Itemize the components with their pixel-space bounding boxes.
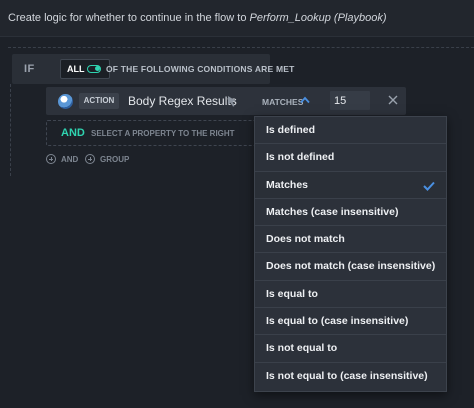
value-input[interactable]	[330, 91, 370, 110]
cursor-icon[interactable]	[226, 95, 238, 107]
condition-row: ACTION Body Regex Results MATCHES	[46, 87, 406, 115]
dropdown-option-selected[interactable]: Matches	[255, 171, 446, 199]
dropdown-option[interactable]: Is equal to (case insensitive)	[255, 308, 446, 336]
operator-select[interactable]: MATCHES	[262, 97, 303, 107]
toggle-switch-icon[interactable]	[87, 65, 101, 73]
property-name[interactable]: Body Regex Results	[128, 94, 237, 108]
dropdown-option[interactable]: Matches (case insensitive)	[255, 199, 446, 227]
select-property-hint: SELECT A PROPERTY TO THE RIGHT	[91, 129, 235, 138]
dropdown-option[interactable]: Does not match (case insensitive)	[255, 253, 446, 281]
header-target: Perform_Lookup (Playbook)	[249, 12, 387, 24]
action-tag: ACTION	[79, 93, 119, 109]
add-and-link[interactable]: AND	[61, 155, 78, 164]
operator-dropdown: Is defined Is not defined Matches Matche…	[254, 116, 447, 392]
check-icon	[423, 181, 435, 191]
globe-icon	[58, 94, 73, 109]
dropdown-option[interactable]: Does not match	[255, 226, 446, 254]
divider	[8, 47, 474, 48]
dropdown-option[interactable]: Is equal to	[255, 281, 446, 309]
chevron-up-icon[interactable]	[300, 96, 310, 104]
and-button[interactable]: AND	[61, 127, 85, 139]
close-icon[interactable]	[388, 95, 398, 105]
if-label: IF	[24, 63, 35, 75]
dropdown-option[interactable]: Is not equal to	[255, 335, 446, 363]
dropdown-option[interactable]: Is not defined	[255, 144, 446, 172]
flow-logic-header: Create logic for whether to continue in …	[0, 0, 474, 37]
header-prefix: Create logic for whether to continue in …	[8, 12, 250, 24]
if-rail	[10, 84, 11, 176]
plus-circle-icon[interactable]	[46, 154, 56, 164]
conditions-text: OF THE FOLLOWING CONDITIONS ARE MET	[106, 64, 295, 74]
dropdown-option[interactable]: Is defined	[255, 117, 446, 145]
plus-circle-icon[interactable]	[85, 154, 95, 164]
dropdown-option[interactable]: Is not equal to (case insensitive)	[255, 363, 446, 390]
all-any-toggle[interactable]: ALL	[60, 59, 110, 79]
all-label: ALL	[67, 64, 85, 74]
if-block: IF ALL OF THE FOLLOWING CONDITIONS ARE M…	[12, 54, 294, 84]
add-group-link[interactable]: GROUP	[100, 155, 129, 164]
